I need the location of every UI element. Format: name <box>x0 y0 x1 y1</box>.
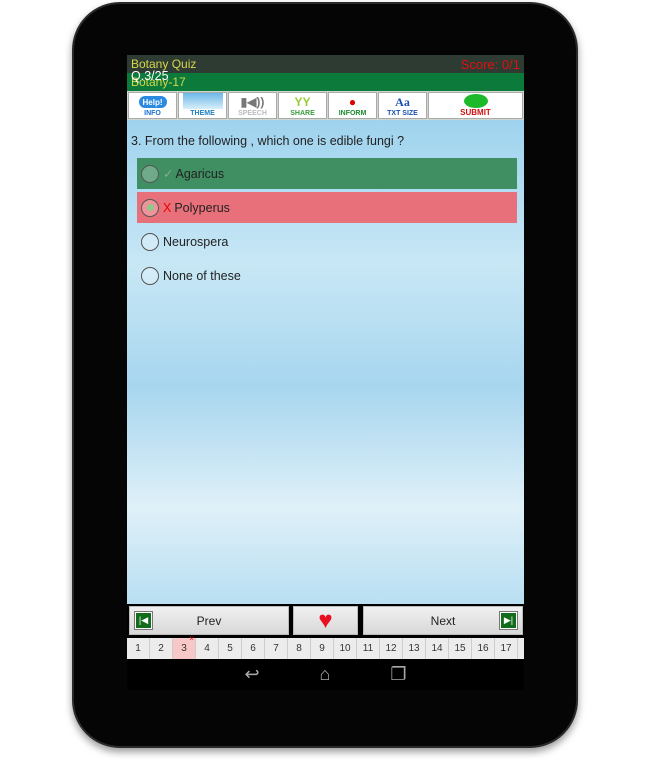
option-polyperus[interactable]: X Polyperus <box>137 192 517 223</box>
option-agaricus[interactable]: ✓ Agaricus <box>137 158 517 189</box>
question-number-12[interactable]: 12 <box>380 638 403 659</box>
option-none-of-these[interactable]: None of these <box>137 260 517 291</box>
sky-theme-icon <box>182 93 223 109</box>
option-neurospera[interactable]: Neurospera <box>137 226 517 257</box>
question-number-15[interactable]: 15 <box>449 638 472 659</box>
android-nav-bar: ↩ ⌂ ❐ <box>127 659 524 690</box>
question-number-3[interactable]: 3 <box>173 634 196 659</box>
score: Score: 0/1 <box>460 56 520 72</box>
question-number-9[interactable]: 9 <box>311 638 334 659</box>
quiz-bar: Botany-17 Q.3/25 <box>127 69 524 91</box>
green-circle-icon <box>463 93 488 108</box>
question-number-strip: 123456789101112131415161718 <box>127 634 524 659</box>
question-number-1[interactable]: 1 <box>127 638 150 659</box>
submit-button[interactable]: SUBMIT <box>428 92 523 119</box>
wrong-icon: X <box>163 200 172 215</box>
prev-button[interactable]: |◀ Prev <box>129 606 289 635</box>
check-icon: ✓ <box>163 167 174 181</box>
favorite-button[interactable]: ♥ <box>293 606 358 635</box>
last-icon: ▶| <box>499 611 518 630</box>
title-bar: Botany Quiz Score: 0/1 <box>127 55 524 73</box>
question-number-17[interactable]: 17 <box>495 638 518 659</box>
first-icon: |◀ <box>134 611 153 630</box>
radio-button-selected[interactable] <box>141 198 159 217</box>
question-counter: Q.3/25 <box>131 69 169 83</box>
info-button[interactable]: Help! INFO <box>128 92 177 119</box>
share-icon: YY <box>294 95 311 109</box>
inform-button[interactable]: ● INFORM <box>328 92 377 119</box>
question-number-18[interactable]: 18 <box>518 638 524 659</box>
back-icon[interactable]: ↩ <box>244 664 259 685</box>
screen: Botany Quiz Score: 0/1 Botany-17 Q.3/25 … <box>127 55 524 690</box>
question-number-16[interactable]: 16 <box>472 638 495 659</box>
ladybug-icon: ● <box>348 95 357 109</box>
radio-button[interactable] <box>141 266 159 285</box>
next-button[interactable]: Next ▶| <box>363 606 523 635</box>
text-size-icon: Aa <box>395 94 410 109</box>
text-size-button[interactable]: Aa TXT SIZE <box>378 92 427 119</box>
speech-button[interactable]: ▮◀︎)) SPEECH <box>228 92 277 119</box>
question-number-13[interactable]: 13 <box>403 638 426 659</box>
question-number-2[interactable]: 2 <box>150 638 173 659</box>
question-number-14[interactable]: 14 <box>426 638 449 659</box>
radio-button[interactable] <box>141 232 159 251</box>
home-icon[interactable]: ⌂ <box>320 664 331 685</box>
radio-button[interactable] <box>141 164 159 183</box>
theme-button[interactable]: THEME <box>178 92 227 119</box>
share-button[interactable]: YY SHARE <box>278 92 327 119</box>
speaker-icon: ▮◀︎)) <box>240 95 265 109</box>
question-number-4[interactable]: 4 <box>196 638 219 659</box>
question-number-10[interactable]: 10 <box>334 638 357 659</box>
question-number-5[interactable]: 5 <box>219 638 242 659</box>
heart-icon: ♥ <box>318 606 333 634</box>
question-number-11[interactable]: 11 <box>357 638 380 659</box>
question-area: 3. From the following , which one is edi… <box>127 120 524 604</box>
recents-icon[interactable]: ❐ <box>390 664 406 685</box>
toolbar: Help! INFO THEME ▮◀︎)) SPEECH YY SHARE ● INF… <box>127 91 524 120</box>
help-bubble-icon: Help! <box>138 96 167 108</box>
question-text: 3. From the following , which one is edi… <box>131 134 405 148</box>
question-number-7[interactable]: 7 <box>265 638 288 659</box>
question-number-6[interactable]: 6 <box>242 638 265 659</box>
question-number-8[interactable]: 8 <box>288 638 311 659</box>
